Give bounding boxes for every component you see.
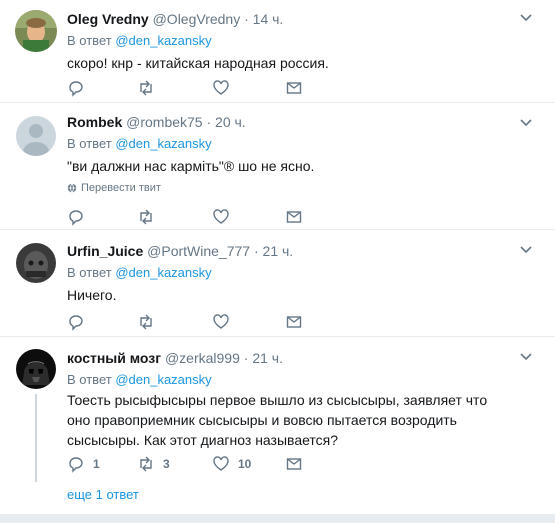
- user-handle[interactable]: @PortWine_777: [147, 243, 250, 259]
- dm-button[interactable]: [285, 208, 303, 226]
- reply-context: В ответ @den_kazansky: [67, 371, 543, 388]
- thread-line: [35, 394, 37, 482]
- mention-link[interactable]: @den_kazansky: [115, 372, 211, 387]
- tweet-header: костный мозг @zerkal999 · 21 ч.: [67, 349, 543, 367]
- separator-dot: ·: [253, 243, 259, 259]
- display-name[interactable]: Urfin_Juice: [67, 243, 143, 259]
- reply-button[interactable]: [67, 79, 93, 97]
- tweet-actions: [67, 312, 307, 332]
- like-icon: [213, 209, 229, 224]
- retweet-icon: [140, 80, 152, 96]
- like-icon: [213, 80, 229, 95]
- reply-prefix: В ответ: [67, 265, 112, 280]
- timestamp[interactable]: 21 ч.: [252, 350, 283, 366]
- reply-context: В ответ @den_kazansky: [67, 32, 543, 49]
- like-button[interactable]: [212, 79, 238, 97]
- separator-dot: ·: [243, 350, 249, 366]
- reply-button[interactable]: [67, 313, 93, 331]
- display-name[interactable]: Rombek: [67, 114, 122, 130]
- user-handle[interactable]: @rombek75: [126, 114, 202, 130]
- retweet-icon: [140, 314, 152, 330]
- dm-button[interactable]: [285, 79, 303, 97]
- mention-link[interactable]: @den_kazansky: [115, 265, 211, 280]
- retweet-button[interactable]: [137, 313, 163, 331]
- tweet-text: "ви далжни нас карміть"® шо не ясно.: [67, 158, 315, 174]
- reply-count: 1: [93, 457, 100, 471]
- like-icon: [213, 456, 229, 471]
- retweet-count: 3: [163, 457, 170, 471]
- user-handle[interactable]: @zerkal999: [165, 350, 240, 366]
- chevron-down-icon[interactable]: [519, 116, 533, 130]
- chevron-down-icon[interactable]: [519, 350, 533, 364]
- chevron-down-icon[interactable]: [519, 11, 533, 25]
- dm-button[interactable]: [285, 313, 303, 331]
- bottom-divider: [0, 514, 555, 523]
- reply-icon: [69, 315, 83, 331]
- reply-icon: [69, 210, 83, 226]
- reply-icon: [69, 81, 83, 97]
- retweet-button[interactable]: [137, 208, 163, 226]
- like-count: 10: [238, 457, 252, 471]
- tweet-actions: [67, 78, 307, 98]
- tweet[interactable]: Urfin_Juice @PortWine_777 · 21 ч. В отве…: [0, 229, 555, 337]
- dm-icon: [286, 82, 302, 94]
- globe-icon: [67, 183, 77, 193]
- translate-link[interactable]: Перевести твит: [67, 182, 543, 194]
- avatar[interactable]: [16, 349, 56, 389]
- reply-prefix: В ответ: [67, 33, 112, 48]
- separator-dot: ·: [206, 114, 212, 130]
- tweet-actions: [67, 207, 307, 227]
- like-button[interactable]: [212, 208, 238, 226]
- retweet-icon: [140, 209, 152, 225]
- more-replies-link[interactable]: еще 1 ответ: [67, 487, 139, 502]
- display-name[interactable]: костный мозг: [67, 350, 161, 366]
- reply-prefix: В ответ: [67, 372, 112, 387]
- tweet[interactable]: костный мозг @zerkal999 · 21 ч. В ответ …: [0, 336, 555, 514]
- tweet-actions: 1 3 10: [67, 454, 307, 474]
- timestamp[interactable]: 20 ч.: [215, 114, 246, 130]
- like-button[interactable]: [212, 313, 238, 331]
- mention-link[interactable]: @den_kazansky: [115, 33, 211, 48]
- translate-label: Перевести твит: [81, 182, 161, 194]
- reply-context: В ответ @den_kazansky: [67, 264, 543, 281]
- avatar[interactable]: [15, 10, 57, 52]
- retweet-button[interactable]: 3: [137, 455, 170, 473]
- reply-button[interactable]: 1: [67, 455, 100, 473]
- retweet-icon: [140, 456, 152, 472]
- tweet-text: Тоесть рысыфысыры первое вышло из сысысы…: [67, 392, 488, 448]
- tweet[interactable]: Rombek @rombek75 · 20 ч. В ответ @den_ka…: [0, 102, 555, 230]
- tweet-text: Ничего.: [67, 287, 117, 303]
- display-name[interactable]: Oleg Vredny: [67, 11, 149, 27]
- avatar[interactable]: [16, 116, 56, 156]
- reply-context: В ответ @den_kazansky: [67, 135, 543, 152]
- chevron-down-icon[interactable]: [519, 243, 533, 257]
- reply-button[interactable]: [67, 208, 93, 226]
- user-handle[interactable]: @OlegVredny: [153, 11, 241, 27]
- tweet-header: Oleg Vredny @OlegVredny · 14 ч.: [67, 10, 543, 28]
- timestamp[interactable]: 21 ч.: [263, 243, 294, 259]
- dm-icon: [286, 458, 302, 470]
- tweet-header: Rombek @rombek75 · 20 ч.: [67, 113, 543, 131]
- like-icon: [213, 314, 229, 329]
- timestamp[interactable]: 14 ч.: [253, 11, 284, 27]
- reply-prefix: В ответ: [67, 136, 112, 151]
- reply-icon: [69, 457, 83, 473]
- tweet[interactable]: Oleg Vredny @OlegVredny · 14 ч. В ответ …: [0, 0, 555, 103]
- retweet-button[interactable]: [137, 79, 163, 97]
- dm-icon: [286, 316, 302, 328]
- dm-icon: [286, 211, 302, 223]
- tweet-header: Urfin_Juice @PortWine_777 · 21 ч.: [67, 242, 543, 260]
- like-button[interactable]: 10: [212, 455, 251, 473]
- mention-link[interactable]: @den_kazansky: [115, 136, 211, 151]
- avatar[interactable]: [16, 243, 56, 283]
- separator-dot: ·: [244, 11, 249, 27]
- dm-button[interactable]: [285, 455, 303, 473]
- tweet-text: скоро! кнр - китайская народная россия.: [67, 55, 329, 71]
